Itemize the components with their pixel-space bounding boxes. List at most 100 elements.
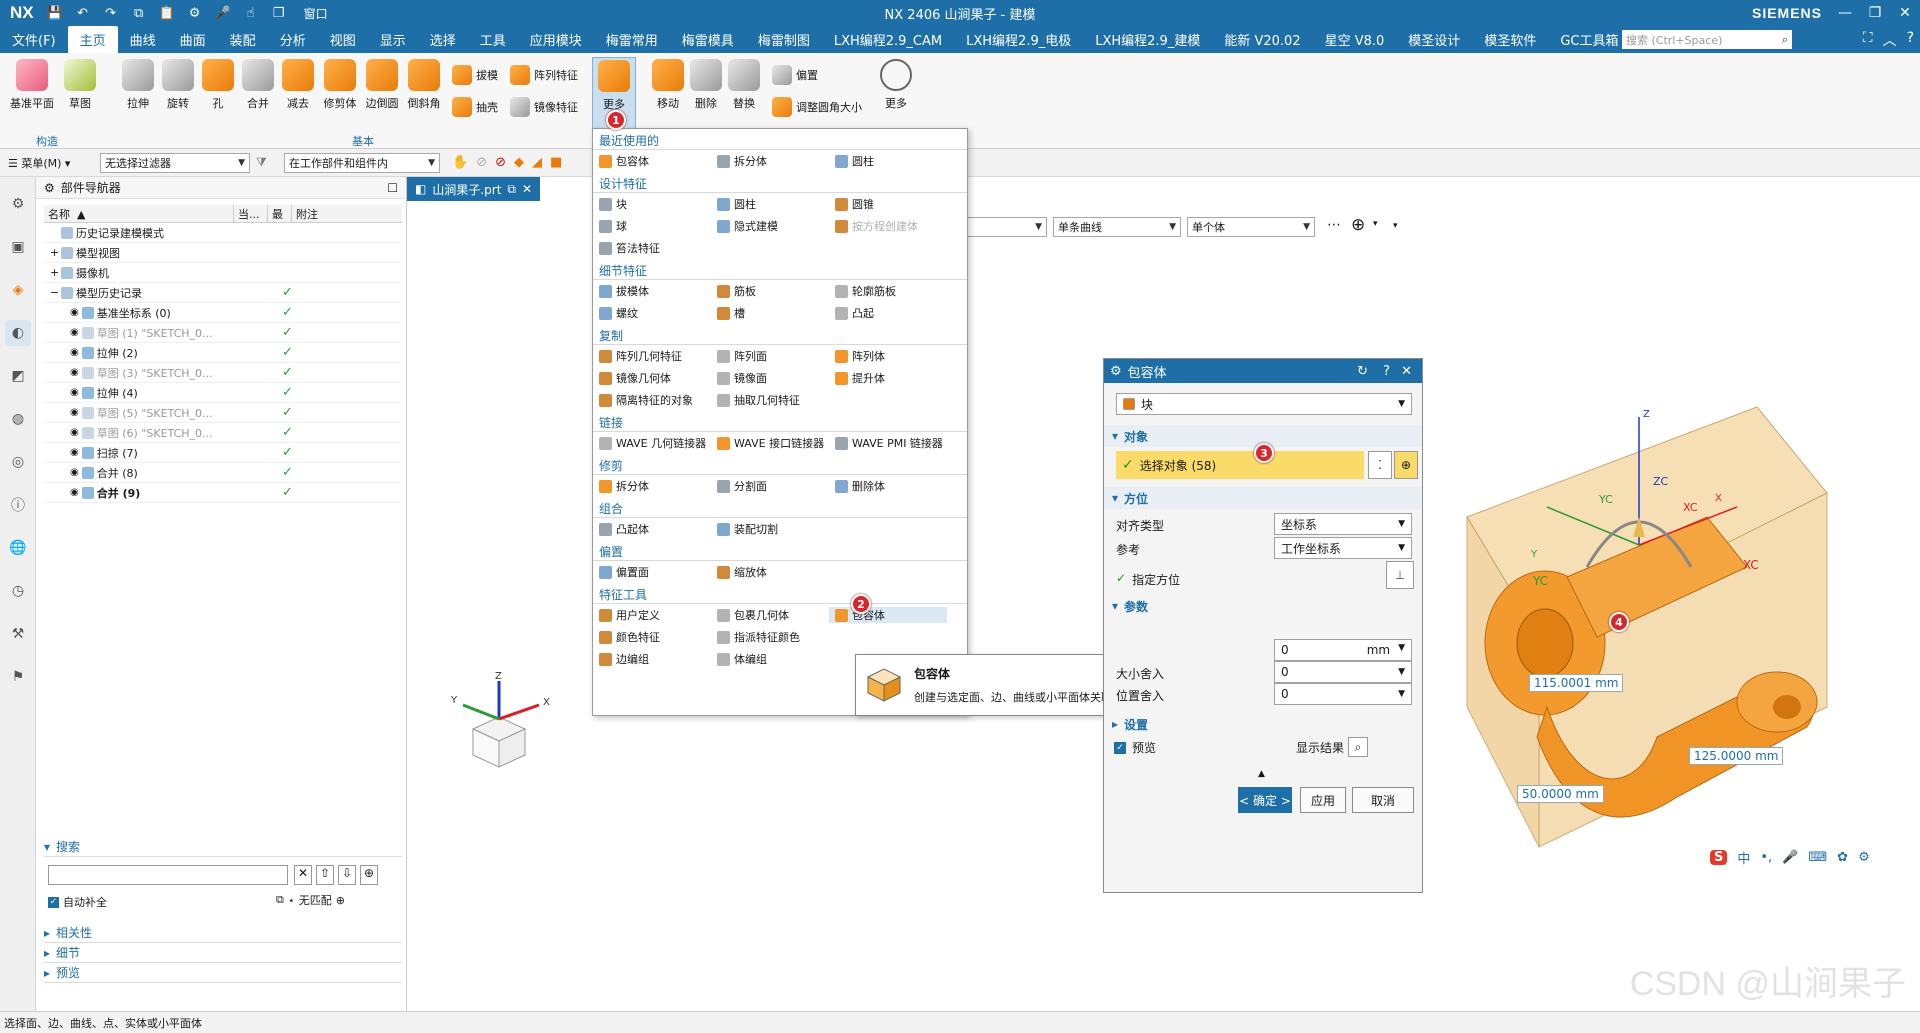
- details-section-header[interactable]: ▸ 细节: [44, 943, 402, 963]
- tab-tools[interactable]: 工具: [468, 26, 518, 53]
- clear-search-icon[interactable]: ✕: [294, 865, 312, 885]
- gallery-command[interactable]: 提升体: [829, 370, 947, 386]
- body-rule-select[interactable]: 单个体 ▼: [1187, 217, 1315, 237]
- gallery-command[interactable]: 指派特征颜色: [711, 629, 829, 645]
- gallery-command[interactable]: 凸起体: [593, 521, 711, 537]
- part-navigator-icon[interactable]: ◐: [5, 320, 31, 346]
- web-browser-icon[interactable]: ◎: [5, 449, 31, 475]
- navigator-row[interactable]: ◉ 草图 (6) "SKETCH_0... ✓: [44, 423, 402, 443]
- tab-lxh-modeling[interactable]: LXH编程2.9_建模: [1083, 26, 1212, 53]
- collapse-arrow-icon[interactable]: ▲: [1258, 769, 1265, 779]
- part-file-tab[interactable]: ◧ 山涧果子.prt ⧉ ✕: [407, 177, 541, 201]
- tab-analysis[interactable]: 分析: [268, 26, 318, 53]
- replace-face-button[interactable]: 替换: [722, 59, 766, 111]
- navigator-row[interactable]: ◉ 拉伸 (4) ✓: [44, 383, 402, 403]
- touch-mode-icon[interactable]: ☝: [240, 3, 262, 23]
- settings-gear-icon[interactable]: ⚙: [5, 191, 31, 217]
- maximize-panel-icon[interactable]: ☐: [387, 181, 398, 195]
- visibility-eye-icon[interactable]: ◉: [70, 327, 79, 338]
- select-object-field[interactable]: ✓ 选择对象 (58): [1116, 451, 1364, 479]
- reuse-library-icon[interactable]: ◩: [5, 363, 31, 389]
- visibility-eye-icon[interactable]: ◉: [70, 427, 79, 438]
- tab-lxh-electrode[interactable]: LXH编程2.9_电极: [954, 26, 1083, 53]
- gallery-command[interactable]: 按方程创建体: [829, 218, 947, 234]
- crosshair-icon[interactable]: ⊕: [1394, 451, 1418, 479]
- gallery-command[interactable]: 阵列体: [829, 348, 947, 364]
- expand-toggle-icon[interactable]: −: [50, 286, 59, 299]
- save-icon[interactable]: 💾: [44, 3, 66, 23]
- gallery-command[interactable]: 包裹几何体: [711, 607, 829, 623]
- hd3d-icon[interactable]: ◍: [5, 406, 31, 432]
- minimize-icon[interactable]: —: [1830, 0, 1860, 26]
- gallery-command[interactable]: 拆分体: [593, 478, 711, 494]
- punctuation-icon[interactable]: •,: [1760, 850, 1772, 865]
- auto-complete-checkbox[interactable]: ✓ 自动补全: [48, 894, 107, 910]
- navigator-row[interactable]: ◉ 扫掠 (7) ✓: [44, 443, 402, 463]
- gallery-command[interactable]: 笞法特征: [593, 240, 711, 256]
- restore-icon[interactable]: ❐: [1860, 0, 1890, 26]
- select-all-icon[interactable]: ✋: [452, 155, 468, 170]
- col-name[interactable]: 名称 ▲: [44, 205, 234, 223]
- visibility-eye-icon[interactable]: ◉: [70, 307, 79, 318]
- search-up-icon[interactable]: ⇧: [316, 865, 334, 885]
- navigator-row[interactable]: ◉ 草图 (3) "SKETCH_0... ✓: [44, 363, 402, 383]
- command-search-input[interactable]: 搜索 (Ctrl+Space) ⌕: [1622, 30, 1792, 49]
- close-tab-icon[interactable]: ✕: [522, 182, 532, 196]
- sogou-icon[interactable]: S: [1710, 850, 1728, 865]
- visibility-eye-icon[interactable]: ◉: [70, 347, 79, 358]
- size-round-input[interactable]: 0 ▼: [1274, 661, 1412, 683]
- gallery-command[interactable]: 槽: [711, 305, 829, 321]
- sketch-button[interactable]: 草图: [58, 59, 102, 111]
- keyboard-icon[interactable]: ⌨: [1808, 850, 1827, 865]
- col-current[interactable]: 当...: [234, 205, 268, 223]
- tab-lxh-cam[interactable]: LXH编程2.9_CAM: [822, 26, 954, 53]
- pin-icon[interactable]: ⧉: [507, 182, 516, 197]
- datum-plane-button[interactable]: 基准平面: [10, 59, 54, 111]
- navigator-row[interactable]: ◉ 基准坐标系 (0) ✓: [44, 303, 402, 323]
- filter-icon[interactable]: ⧩: [256, 155, 267, 170]
- visibility-eye-icon[interactable]: ◉: [70, 467, 79, 478]
- body-type-select[interactable]: 块 ▼: [1116, 393, 1412, 415]
- deselect-icon[interactable]: ⊘: [476, 155, 487, 170]
- tab-applications[interactable]: 应用模块: [518, 26, 594, 53]
- navigator-row[interactable]: + 模型视图: [44, 243, 402, 263]
- gallery-command[interactable]: 轮廓筋板: [829, 283, 947, 299]
- redo-icon[interactable]: ↷: [100, 3, 122, 23]
- skin-icon[interactable]: ✿: [1837, 850, 1848, 865]
- voice-icon[interactable]: 🎤: [1782, 850, 1798, 865]
- expand-toggle-icon[interactable]: +: [50, 266, 59, 279]
- gallery-command[interactable]: 偏置面: [593, 564, 711, 580]
- navigator-row[interactable]: − 模型历史记录 ✓: [44, 283, 402, 303]
- extrude-button[interactable]: 拉伸: [116, 59, 160, 111]
- visibility-eye-icon[interactable]: ◉: [70, 387, 79, 398]
- gallery-command[interactable]: 阵列面: [711, 348, 829, 364]
- apply-button[interactable]: 应用: [1300, 787, 1346, 813]
- no-match-control[interactable]: ⧉ ⋆ 无匹配 ⊕: [276, 892, 345, 908]
- trim-body-button[interactable]: 修剪体: [318, 59, 362, 111]
- col-comment[interactable]: 附注: [292, 205, 402, 223]
- settings-section-header[interactable]: ▸ 设置: [1104, 713, 1422, 735]
- navigator-row[interactable]: ◉ 合并 (9) ✓: [44, 483, 402, 503]
- relations-section-header[interactable]: ▸ 相关性: [44, 923, 402, 943]
- snap-point-icon[interactable]: ⊕: [1351, 215, 1365, 235]
- subtract-button[interactable]: 减去: [276, 59, 320, 111]
- fullscreen-icon[interactable]: ⛶: [1863, 30, 1873, 50]
- navigator-row[interactable]: 历史记录建模模式: [44, 223, 402, 243]
- draft-button[interactable]: 拔模: [452, 65, 498, 85]
- tab-surface[interactable]: 曲面: [168, 26, 218, 53]
- csys-dialog-icon[interactable]: ⟂: [1386, 561, 1414, 589]
- gallery-command[interactable]: 圆柱: [711, 196, 829, 212]
- gallery-command[interactable]: 拆分体: [711, 153, 829, 169]
- navigator-row[interactable]: ◉ 草图 (5) "SKETCH_0... ✓: [44, 403, 402, 423]
- snap-dropdown-icon[interactable]: ▾: [1373, 219, 1378, 229]
- gallery-command[interactable]: 球: [593, 218, 711, 234]
- navigator-row[interactable]: + 摄像机: [44, 263, 402, 283]
- gallery-command[interactable]: 筋板: [711, 283, 829, 299]
- offset-face-button[interactable]: 偏置: [772, 65, 818, 85]
- show-result-button[interactable]: 显示结果 ⌕: [1296, 737, 1369, 757]
- dialog-close-icon[interactable]: ✕: [1401, 364, 1412, 379]
- toolbar-overflow-icon[interactable]: ▾: [1393, 221, 1398, 231]
- align-type-select[interactable]: 坐标系 ▼: [1274, 513, 1412, 535]
- tab-curve[interactable]: 曲线: [118, 26, 168, 53]
- chamfer-button[interactable]: 倒斜角: [402, 59, 446, 111]
